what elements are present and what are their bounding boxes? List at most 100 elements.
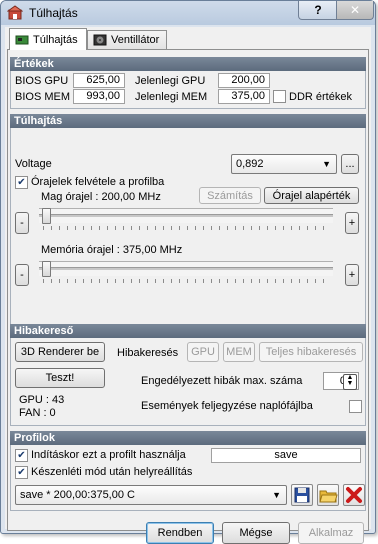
close-icon: ✕ <box>349 3 361 17</box>
mem-clock-slider[interactable] <box>39 261 333 277</box>
renderer-label: 3D Renderer be <box>20 346 100 358</box>
help-button[interactable]: ? <box>298 1 338 20</box>
default-clock-button[interactable]: Órajel alapérték <box>264 187 359 204</box>
section-header-tulhajtas: Túlhajtás <box>10 114 366 128</box>
test-button[interactable]: Teszt! <box>15 368 105 388</box>
test-label: Teszt! <box>45 372 75 384</box>
tab-label: Túlhajtás <box>33 33 78 46</box>
log-events-label: Események feljegyzése naplófájlba <box>141 400 313 412</box>
max-errors-label: Engedélyezett hibák max. száma <box>141 375 303 387</box>
core-clock-slider[interactable] <box>39 208 333 224</box>
current-mem-field[interactable]: 375,00 <box>218 89 270 104</box>
delete-profile-button[interactable] <box>343 484 365 506</box>
app-icon <box>7 5 23 20</box>
dialog-client: Túlhajtás Ventillátor Értékek BIOS GPU 6… <box>5 27 371 544</box>
current-gpu-field[interactable]: 200,00 <box>218 73 270 88</box>
open-profile-button[interactable] <box>317 484 339 506</box>
plus-icon: + <box>348 217 356 229</box>
section-header-hibakereso: Hibakereső <box>10 324 366 338</box>
folder-icon <box>319 490 338 503</box>
core-clock-slider-thumb[interactable] <box>42 208 51 224</box>
tab-ventillator[interactable]: Ventillátor <box>87 30 167 49</box>
card-icon <box>15 35 29 44</box>
section-header-profilok: Profilok <box>10 431 366 445</box>
delete-icon <box>346 487 362 503</box>
restore-checkbox[interactable] <box>15 466 28 479</box>
startup-profile-field[interactable]: save <box>211 448 361 463</box>
renderer-button[interactable]: 3D Renderer be <box>15 342 105 362</box>
ddr-label: DDR értékek <box>289 91 352 103</box>
core-clock-decrease-button[interactable]: - <box>15 212 29 234</box>
mem-clock-increase-button[interactable]: + <box>345 264 359 286</box>
default-clock-label: Órajel alapérték <box>272 189 351 202</box>
gpu-debug-label: GPU <box>191 346 215 358</box>
floppy-icon <box>294 487 310 503</box>
debug-label: Hibakeresés <box>117 347 179 359</box>
tab-panel: Értékek BIOS GPU 625,00 Jelenlegi GPU 20… <box>7 49 369 544</box>
plus-icon: + <box>348 269 356 281</box>
voltage-label: Voltage <box>15 158 52 170</box>
ok-label: Rendben <box>157 527 203 539</box>
ok-button[interactable]: Rendben <box>146 522 214 544</box>
help-icon: ? <box>314 3 322 17</box>
cancel-button[interactable]: Mégse <box>222 522 290 544</box>
ellipsis-label: ... <box>345 158 355 170</box>
current-mem-label: Jelenlegi MEM <box>135 91 208 103</box>
close-button[interactable]: ✕ <box>336 1 374 20</box>
core-clock-label: Mag órajel : 200,00 MHz <box>41 191 161 203</box>
gpu-debug-button[interactable]: GPU <box>187 342 219 362</box>
minus-icon: - <box>20 269 24 281</box>
bios-mem-label: BIOS MEM <box>15 91 71 103</box>
mem-debug-label: MEM <box>226 346 252 358</box>
mem-debug-button[interactable]: MEM <box>223 342 255 362</box>
tab-tulhajtas[interactable]: Túlhajtás <box>9 28 87 50</box>
core-clock-ticks <box>43 226 331 230</box>
profile-value: save * 200,00:375,00 C <box>20 489 135 501</box>
profile-select[interactable]: save * 200,00:375,00 C ▼ <box>15 485 287 505</box>
voltage-more-button[interactable]: ... <box>341 154 359 174</box>
startup-profile-checkbox[interactable] <box>15 449 28 462</box>
record-clocks-checkbox[interactable] <box>15 176 28 189</box>
mem-clock-label: Memória órajel : 375,00 MHz <box>41 244 183 256</box>
voltage-select[interactable]: 0,892 ▼ <box>231 154 337 174</box>
mem-clock-slider-thumb[interactable] <box>42 261 51 277</box>
full-debug-label: Teljes hibakeresés <box>265 346 357 358</box>
window-title: Túlhajtás <box>29 6 78 20</box>
bios-gpu-label: BIOS GPU <box>15 75 69 87</box>
max-errors-stepper[interactable]: 0 ▲▼ <box>323 372 359 390</box>
chevron-down-icon: ▼ <box>272 490 281 500</box>
section-tulhajtas: Voltage 0,892 ▼ ... Órajelek felvétele a… <box>10 128 366 336</box>
title-bar[interactable]: Túlhajtás ? ✕ <box>1 1 375 25</box>
gpu-stat: GPU : 43 <box>19 394 65 406</box>
bios-mem-field[interactable]: 993,00 <box>73 89 125 104</box>
restore-label: Készenléti mód után helyreállítás <box>31 466 193 478</box>
record-clocks-label: Órajelek felvétele a profilba <box>31 176 165 188</box>
fan-icon <box>93 34 107 46</box>
bios-gpu-field[interactable]: 625,00 <box>73 73 125 88</box>
section-hibakereso: 3D Renderer be Hibakeresés GPU MEM Telje… <box>10 338 366 426</box>
apply-label: Alkalmaz <box>308 527 354 539</box>
voltage-value: 0,892 <box>236 158 264 170</box>
overclock-window: Túlhajtás ? ✕ Túlhajtás Ventillátor Érté… <box>0 0 376 544</box>
calculate-label: Számítás <box>207 189 253 202</box>
section-profilok: Indításkor ezt a profilt használja save … <box>10 445 366 511</box>
cancel-label: Mégse <box>239 527 273 539</box>
fan-stat: FAN : 0 <box>19 407 56 419</box>
stepper-arrows-icon[interactable]: ▲ ▼ <box>343 374 357 390</box>
minus-icon: - <box>20 217 24 229</box>
save-profile-button[interactable] <box>291 484 313 506</box>
calculate-button[interactable]: Számítás <box>199 187 261 204</box>
core-clock-increase-button[interactable]: + <box>345 212 359 234</box>
startup-profile-label: Indításkor ezt a profilt használja <box>31 449 186 461</box>
section-header-ertekek: Értékek <box>10 57 366 71</box>
chevron-down-icon: ▼ <box>322 159 331 169</box>
full-debug-button[interactable]: Teljes hibakeresés <box>259 342 363 362</box>
log-events-checkbox[interactable] <box>349 400 362 413</box>
current-gpu-label: Jelenlegi GPU <box>135 75 206 87</box>
apply-button[interactable]: Alkalmaz <box>298 522 364 544</box>
mem-clock-ticks <box>43 279 331 283</box>
tab-label: Ventillátor <box>111 34 160 46</box>
ddr-checkbox[interactable] <box>273 90 286 103</box>
section-ertekek: BIOS GPU 625,00 Jelenlegi GPU 200,00 BIO… <box>10 71 366 109</box>
mem-clock-decrease-button[interactable]: - <box>15 264 29 286</box>
